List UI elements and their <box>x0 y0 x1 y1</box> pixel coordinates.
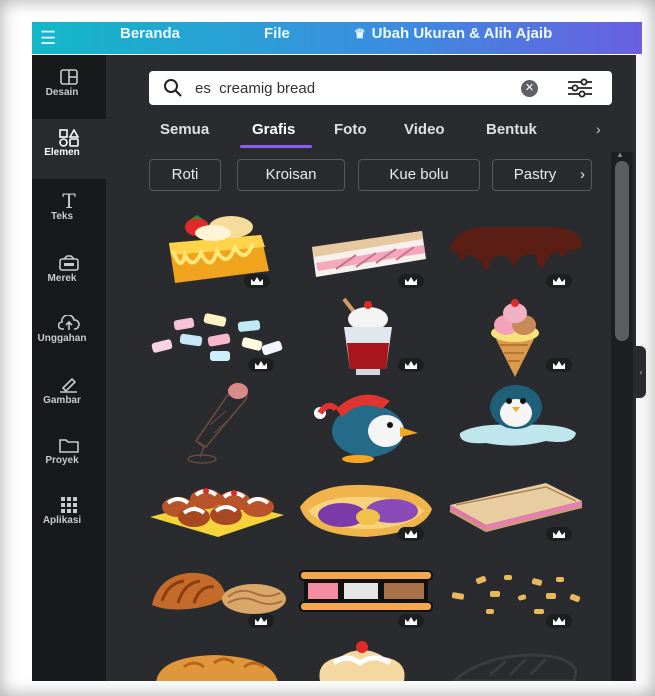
premium-badge-crown-icon <box>398 358 424 372</box>
graphic-piping-bag[interactable] <box>186 381 256 470</box>
sidebar-item-elements[interactable]: Elemen <box>32 119 106 179</box>
sidebar-item-label: Merek <box>47 273 77 284</box>
chips-next-icon[interactable]: › <box>580 160 585 190</box>
home-link[interactable]: Beranda <box>120 25 180 42</box>
sidebar-item-draw[interactable]: Gambar <box>32 367 106 425</box>
graphic-penguin-santa-hat[interactable] <box>312 385 422 468</box>
premium-badge-crown-icon <box>546 358 572 372</box>
text-icon: T <box>62 189 76 213</box>
shapes-icon <box>32 119 106 147</box>
sidebar-item-text[interactable]: T Teks <box>32 183 106 241</box>
premium-badge-crown-icon <box>398 527 424 541</box>
upload-icon <box>32 305 106 333</box>
graphic-penguin-ice[interactable] <box>456 383 580 454</box>
brand-icon <box>32 245 106 273</box>
chip-kroisan[interactable]: Kroisan <box>237 159 345 191</box>
graphic-neapolitan-bar[interactable] <box>296 569 436 618</box>
tab-graphics[interactable]: Grafis <box>252 121 295 138</box>
premium-badge-crown-icon <box>398 614 424 628</box>
sidebar-item-label: Aplikasi <box>42 515 82 526</box>
graphic-milkshake[interactable] <box>332 297 402 384</box>
category-tabs: Semua Grafis Foto Video Bentuk › <box>106 117 618 148</box>
draw-icon <box>32 367 106 395</box>
tab-videos[interactable]: Video <box>404 121 445 138</box>
search-icon <box>163 78 183 103</box>
search-input[interactable] <box>195 77 495 99</box>
tab-all[interactable]: Semua <box>160 121 209 138</box>
tab-shapes[interactable]: Bentuk <box>486 121 537 138</box>
sidebar-item-design[interactable]: Desain <box>32 59 106 117</box>
chip-kue-bolu[interactable]: Kue bolu <box>358 159 480 191</box>
sidebar-item-label: Gambar <box>43 395 81 406</box>
graphic-baguettes[interactable] <box>450 651 580 681</box>
sidebar-item-label: Elemen <box>44 147 80 158</box>
tab-photos[interactable]: Foto <box>334 121 366 138</box>
sidebar-item-projects[interactable]: Proyek <box>32 427 106 485</box>
premium-badge-crown-icon <box>546 614 572 628</box>
active-tab-indicator <box>240 145 312 148</box>
tabs-next-icon[interactable]: › <box>596 121 601 137</box>
sidebar-item-apps[interactable]: Aplikasi <box>32 487 106 545</box>
collapse-panel-handle[interactable]: ‹ <box>636 346 646 398</box>
scrollbar-thumb[interactable] <box>615 161 629 341</box>
chip-roti[interactable]: Roti <box>149 159 221 191</box>
top-header: ☰ Beranda File ♛ Ubah Ukuran & Alih Ajaib <box>32 22 642 54</box>
file-menu[interactable]: File <box>264 25 290 42</box>
premium-badge-crown-icon <box>546 527 572 541</box>
chip-pastry[interactable]: Pastry › <box>492 159 592 191</box>
premium-badge-crown-icon <box>248 358 274 372</box>
sidebar-item-brand[interactable]: Merek <box>32 245 106 303</box>
sidebar-item-label: Unggahan <box>37 333 87 344</box>
chip-pastry-label: Pastry <box>513 166 557 183</box>
clear-search-icon[interactable]: ✕ <box>521 80 538 97</box>
sidebar: Desain Elemen T Teks Merek Unggahan Gamb… <box>32 55 106 681</box>
search-bar: ✕ <box>149 71 612 105</box>
sidebar-item-label: Teks <box>50 211 74 222</box>
app-window: ☰ Beranda File ♛ Ubah Ukuran & Alih Ajaib… <box>0 0 655 696</box>
premium-badge-crown-icon <box>248 614 274 628</box>
folder-icon <box>32 427 106 455</box>
sidebar-item-uploads[interactable]: Unggahan <box>32 305 106 363</box>
apps-icon <box>32 487 106 515</box>
hamburger-menu-icon[interactable]: ☰ <box>40 28 56 49</box>
graphic-ice-cream-cone[interactable] <box>482 299 548 382</box>
resize-magic-button[interactable]: ♛ Ubah Ukuran & Alih Ajaib <box>354 25 552 42</box>
scroll-up-icon[interactable]: ▲ <box>616 150 624 159</box>
elements-panel: ✕ Semua Grafis Foto Video Bentuk › Roti … <box>106 55 636 681</box>
filter-settings-icon[interactable] <box>567 78 593 103</box>
graphic-cupcake[interactable] <box>310 637 414 681</box>
crown-icon: ♛ <box>354 26 366 41</box>
layout-icon <box>32 59 106 87</box>
premium-badge-crown-icon <box>244 274 270 288</box>
resize-label: Ubah Ukuran & Alih Ajaib <box>371 25 553 42</box>
premium-badge-crown-icon <box>398 274 424 288</box>
sidebar-item-label: Desain <box>45 87 79 98</box>
graphic-pastry-tray[interactable] <box>148 475 286 546</box>
premium-badge-crown-icon <box>546 274 572 288</box>
sidebar-item-label: Proyek <box>45 455 79 466</box>
graphic-bread-loaf[interactable] <box>154 653 280 681</box>
